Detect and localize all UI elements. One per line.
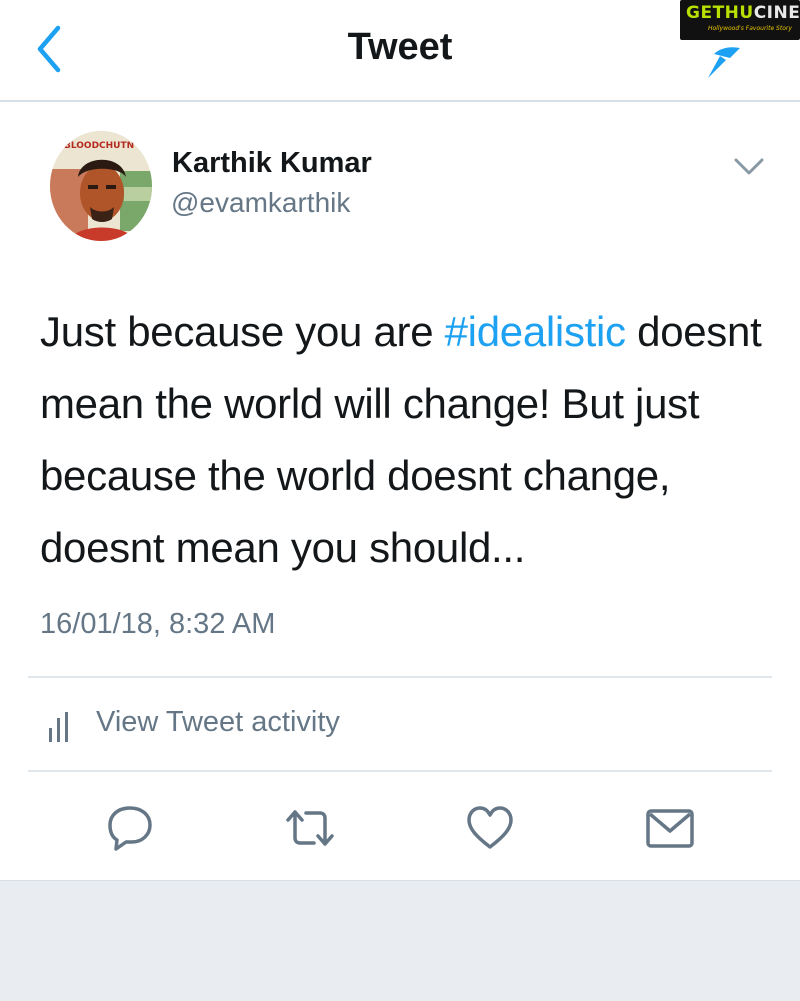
nav-bar: Tweet GETHUCINEMA Hollywood's Favourite …: [0, 0, 800, 102]
watermark-logo: GETHUCINEMA Hollywood's Favourite Story: [680, 0, 800, 40]
svg-text:BLOODCHUTN: BLOODCHUTN: [64, 141, 134, 151]
divider: [28, 676, 772, 678]
avatar-image: BLOODCHUTN: [50, 131, 152, 241]
compose-icon: [708, 47, 740, 78]
avatar[interactable]: BLOODCHUTN: [50, 131, 152, 241]
envelope-icon: [646, 809, 694, 848]
tweet-text: Just because you are #idealistic doesnt …: [40, 296, 780, 584]
more-options-button[interactable]: [733, 156, 765, 178]
divider: [28, 770, 772, 772]
retweet-icon: [286, 810, 334, 846]
like-button[interactable]: [464, 802, 516, 854]
tweet-timestamp: 16/01/18, 8:32 AM: [40, 608, 276, 640]
reply-icon: [108, 806, 152, 851]
tweet-text-part: Just because you are: [40, 308, 445, 355]
footer-area: [0, 880, 800, 1001]
heart-icon: [467, 806, 513, 849]
activity-label: View Tweet activity: [96, 706, 340, 738]
user-display-name[interactable]: Karthik Kumar: [172, 147, 372, 180]
chevron-down-icon: [734, 158, 764, 175]
direct-message-button[interactable]: [644, 802, 696, 854]
bar-chart-icon: [49, 712, 68, 742]
view-tweet-activity-link[interactable]: View Tweet activity: [46, 700, 446, 750]
compose-button[interactable]: [700, 46, 746, 80]
user-handle[interactable]: @evamkarthik: [171, 187, 350, 219]
retweet-button[interactable]: [284, 802, 336, 854]
reply-button[interactable]: [104, 802, 156, 854]
hashtag-link[interactable]: #idealistic: [445, 308, 626, 355]
